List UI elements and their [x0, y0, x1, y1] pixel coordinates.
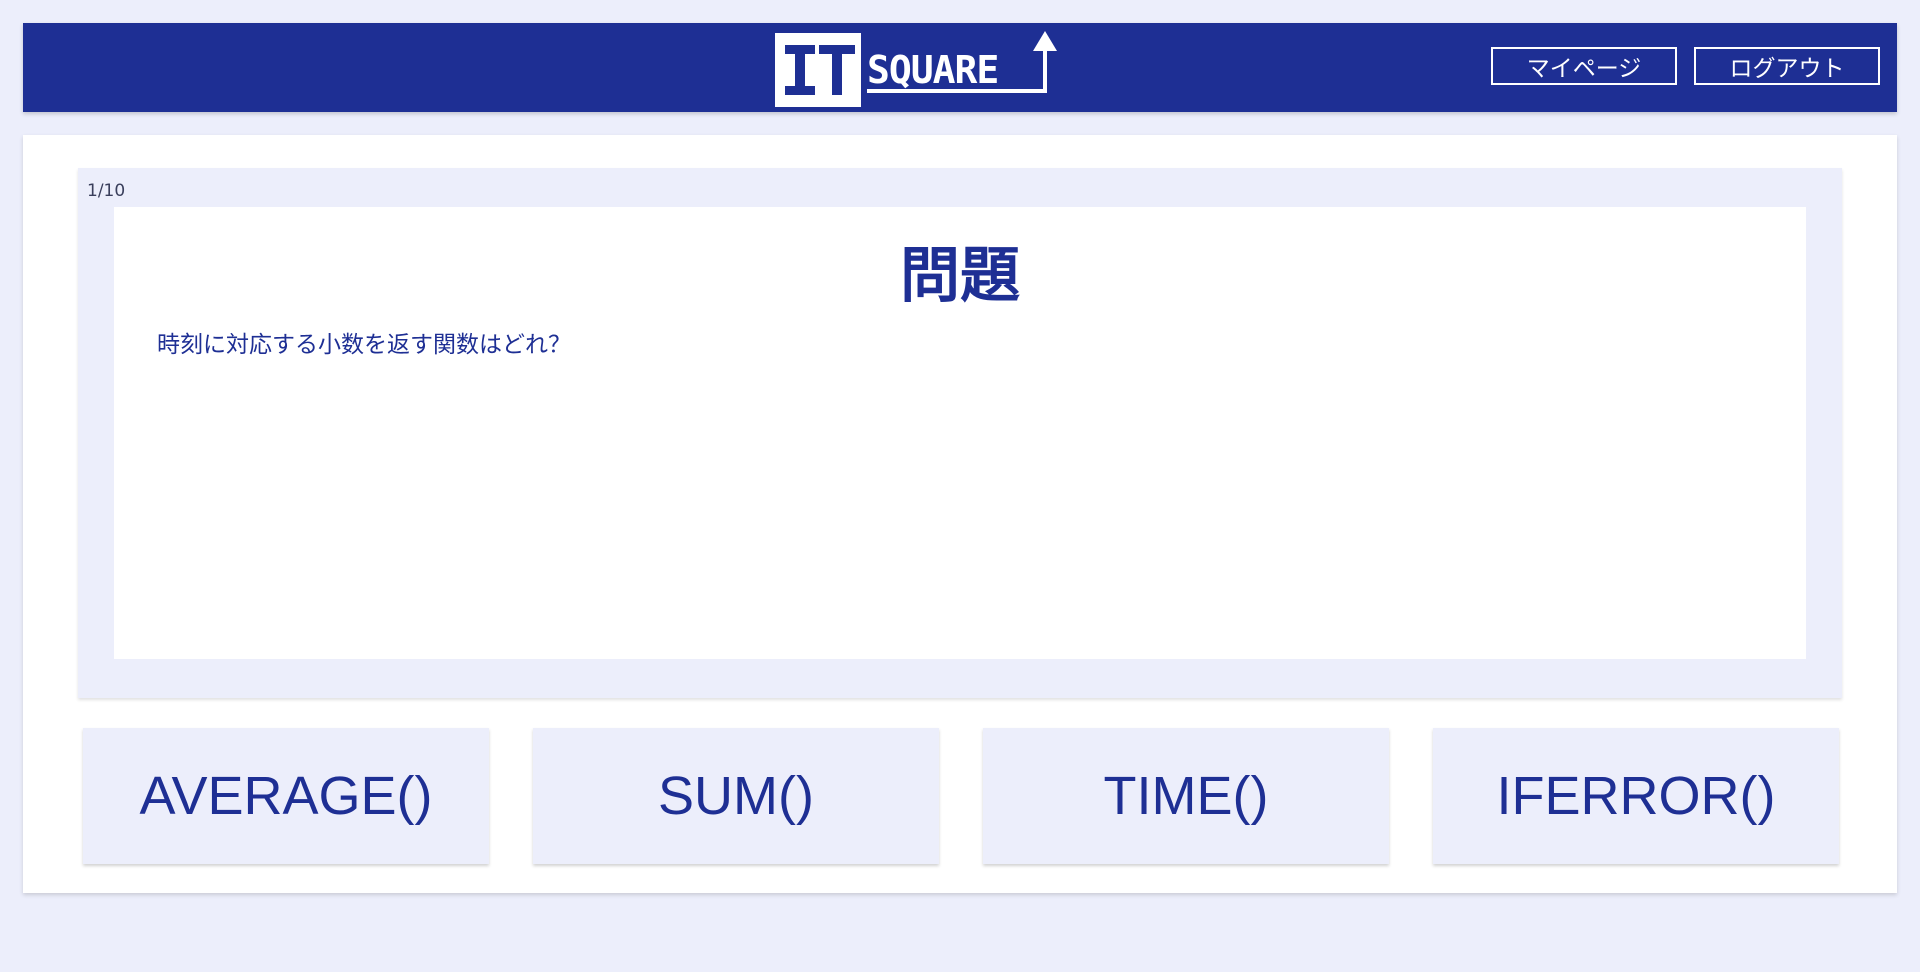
quiz-panel: 1/10 問題 時刻に対応する小数を返す関数はどれ？ AVERAGE() SUM…: [23, 135, 1897, 893]
answer-button-average[interactable]: AVERAGE(): [83, 728, 489, 864]
top-header: SQUARE マイページ ログアウト: [23, 23, 1897, 112]
logout-button[interactable]: ログアウト: [1694, 47, 1880, 85]
answer-button-time[interactable]: TIME(): [983, 728, 1389, 864]
question-progress: 1/10: [87, 181, 126, 201]
svg-text:SQUARE: SQUARE: [867, 48, 998, 92]
mypage-button[interactable]: マイページ: [1491, 47, 1677, 85]
it-square-logo[interactable]: SQUARE: [775, 31, 1071, 109]
question-text: 時刻に対応する小数を返す関数はどれ？: [157, 332, 571, 358]
answer-button-iferror[interactable]: IFERROR(): [1433, 728, 1839, 864]
question-card: 1/10 問題 時刻に対応する小数を返す関数はどれ？: [78, 168, 1842, 698]
question-body: 問題 時刻に対応する小数を返す関数はどれ？: [114, 207, 1806, 659]
answer-button-sum[interactable]: SUM(): [533, 728, 939, 864]
question-title: 問題: [900, 241, 1020, 311]
